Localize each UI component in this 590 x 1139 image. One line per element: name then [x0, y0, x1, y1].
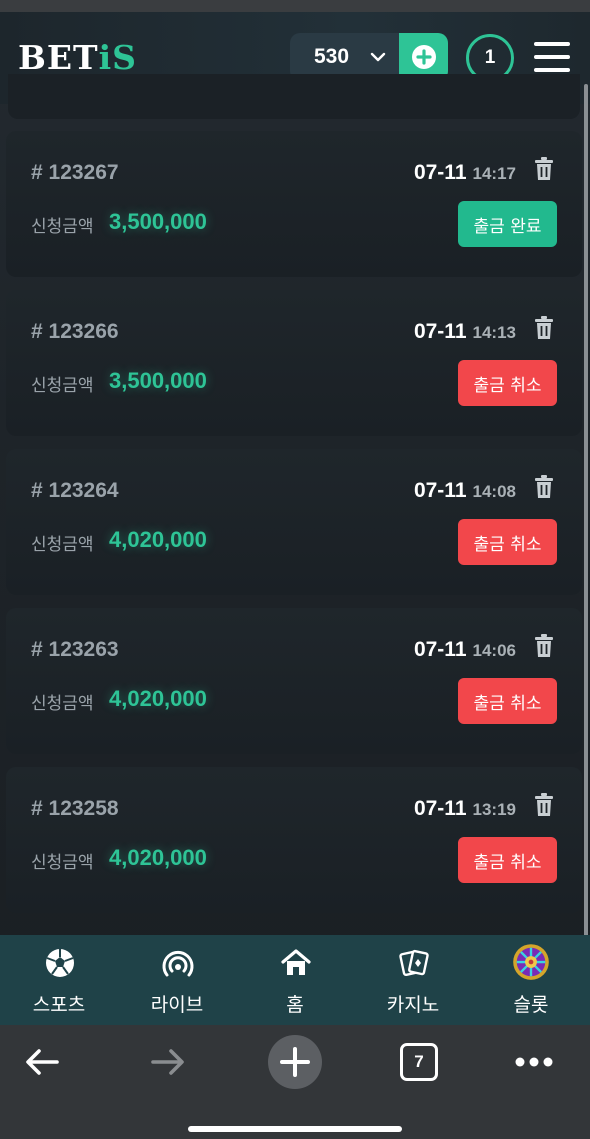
request-datetime: 07-11 14:17: [414, 161, 516, 185]
amount-label: 신청금액: [31, 853, 94, 873]
withdrawal-card: # 123258 07-11 13:19 신청금액 4,020,000 출금 취소: [6, 767, 582, 913]
status-badge[interactable]: 출금 취소: [458, 519, 557, 565]
trash-icon[interactable]: [534, 316, 554, 340]
request-time: 14:08: [472, 482, 516, 501]
request-id: # 123263: [31, 638, 119, 661]
amount-value: 4,020,000: [109, 527, 207, 552]
trash-icon[interactable]: [534, 157, 554, 181]
request-time: 14:06: [472, 641, 516, 660]
plus-icon: [268, 1035, 322, 1089]
logo-text: BET: [18, 38, 99, 77]
withdrawal-card: # 123263 07-11 14:06 신청금액 4,020,000 출금 취소: [6, 608, 582, 754]
request-datetime: 07-11 14:06: [414, 638, 516, 662]
nav-casino[interactable]: 카지노: [354, 935, 472, 1025]
nav-slot[interactable]: 슬롯: [472, 935, 590, 1025]
plus-circle-icon: [411, 45, 436, 69]
more-options-icon[interactable]: [513, 1036, 555, 1088]
request-id: # 123258: [31, 797, 119, 820]
bottom-navigation: 스포츠 라이브 홈 카지노 슬롯: [0, 935, 590, 1025]
status-badge[interactable]: 출금 완료: [458, 201, 557, 247]
nav-label: 홈: [286, 994, 304, 1016]
status-badge[interactable]: 출금 취소: [458, 837, 557, 883]
request-datetime: 07-11 14:13: [414, 320, 516, 344]
amount-value: 4,020,000: [109, 686, 207, 711]
amount-value: 4,020,000: [109, 845, 207, 870]
trash-icon[interactable]: [534, 634, 554, 658]
request-id: # 123267: [31, 161, 119, 184]
nav-sports[interactable]: 스포츠: [0, 935, 118, 1025]
amount-label: 신청금액: [31, 694, 94, 714]
request-date: 07-11: [413, 161, 467, 184]
request-date: 07-11: [413, 479, 467, 502]
status-badge[interactable]: 출금 취소: [458, 678, 557, 724]
back-arrow-icon[interactable]: [22, 1036, 62, 1088]
request-id: # 123264: [31, 479, 119, 502]
nav-label: 스포츠: [32, 994, 86, 1016]
request-time: 14:13: [472, 323, 516, 342]
live-broadcast-icon: [162, 950, 194, 977]
request-id: # 123266: [31, 320, 119, 343]
tabs-button[interactable]: 7: [399, 1036, 439, 1088]
request-datetime: 07-11 14:08: [414, 479, 516, 503]
request-time: 13:19: [472, 800, 516, 819]
request-date: 07-11: [413, 638, 467, 661]
request-datetime: 07-11 13:19: [414, 797, 516, 821]
request-date: 07-11: [413, 797, 467, 820]
browser-toolbar: 7: [0, 1025, 590, 1139]
cards-icon: [399, 949, 429, 977]
trash-icon[interactable]: [534, 475, 554, 499]
balance-value: 530: [314, 45, 350, 68]
new-tab-button[interactable]: [267, 1035, 323, 1089]
amount-label: 신청금액: [31, 217, 94, 237]
amount-value: 3,500,000: [109, 209, 207, 234]
amount-value: 3,500,000: [109, 368, 207, 393]
amount-label: 신청금액: [31, 535, 94, 555]
app-screen: BETiS 530 1 # 123267 07-11 14:17 신청금액 3,500,…: [0, 12, 590, 1025]
logo-accent: iS: [98, 38, 137, 77]
nav-label: 슬롯: [513, 994, 549, 1016]
previous-card-edge: [8, 74, 580, 119]
nav-label: 카지노: [386, 994, 440, 1016]
slot-wheel-icon: [513, 944, 549, 980]
withdrawal-card: # 123267 07-11 14:17 신청금액 3,500,000 출금 완료: [6, 131, 582, 277]
soccer-ball-icon: [46, 949, 74, 977]
request-time: 14:17: [472, 164, 516, 183]
withdrawal-card: # 123266 07-11 14:13 신청금액 3,500,000 출금 취소: [6, 290, 582, 436]
withdrawal-card: # 123264 07-11 14:08 신청금액 4,020,000 출금 취소: [6, 449, 582, 595]
status-badge[interactable]: 출금 취소: [458, 360, 557, 406]
trash-icon[interactable]: [534, 793, 554, 817]
nav-live[interactable]: 라이브: [118, 935, 236, 1025]
amount-label: 신청금액: [31, 376, 94, 396]
betis-logo[interactable]: BETiS: [18, 38, 137, 77]
hamburger-menu-icon[interactable]: [534, 42, 570, 74]
scrollbar[interactable]: [584, 84, 588, 944]
home-indicator[interactable]: [188, 1126, 402, 1132]
tab-count: 7: [400, 1043, 438, 1081]
nav-label: 라이브: [150, 994, 204, 1016]
chevron-down-icon: [370, 52, 386, 62]
request-date: 07-11: [413, 320, 467, 343]
nav-home[interactable]: 홈: [236, 935, 354, 1025]
home-icon: [281, 949, 311, 975]
status-strip: [0, 0, 590, 12]
forward-arrow-icon[interactable]: [148, 1036, 188, 1088]
